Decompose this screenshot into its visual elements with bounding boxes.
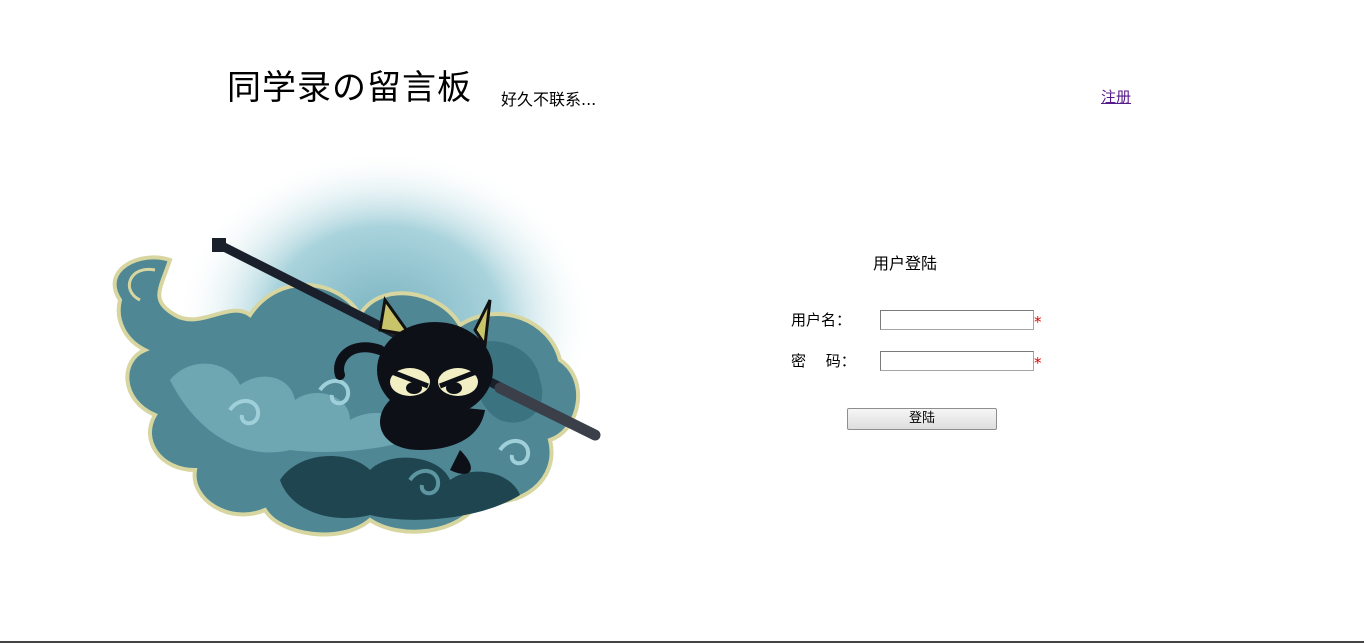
hero-illustration (80, 150, 620, 550)
username-label: 用户名： (791, 311, 852, 329)
login-button[interactable]: 登陆 (847, 408, 997, 430)
site-subtitle: 好久不联系... (501, 90, 597, 109)
username-input[interactable] (880, 310, 1034, 330)
site-title: 同学录の留言板 (227, 68, 472, 108)
password-required-mark: * (1034, 354, 1042, 372)
username-required-mark: * (1034, 313, 1042, 331)
register-link[interactable]: 注册 (1101, 86, 1131, 108)
ninja-cat-illustration (112, 150, 601, 537)
login-form-title: 用户登陆 (873, 254, 938, 273)
login-page: 同学录の留言板 好久不联系... 注册 用户登陆 用户名： * 密 码： * 登… (0, 0, 1364, 643)
password-label: 密 码： (791, 352, 856, 370)
password-input[interactable] (880, 351, 1034, 371)
